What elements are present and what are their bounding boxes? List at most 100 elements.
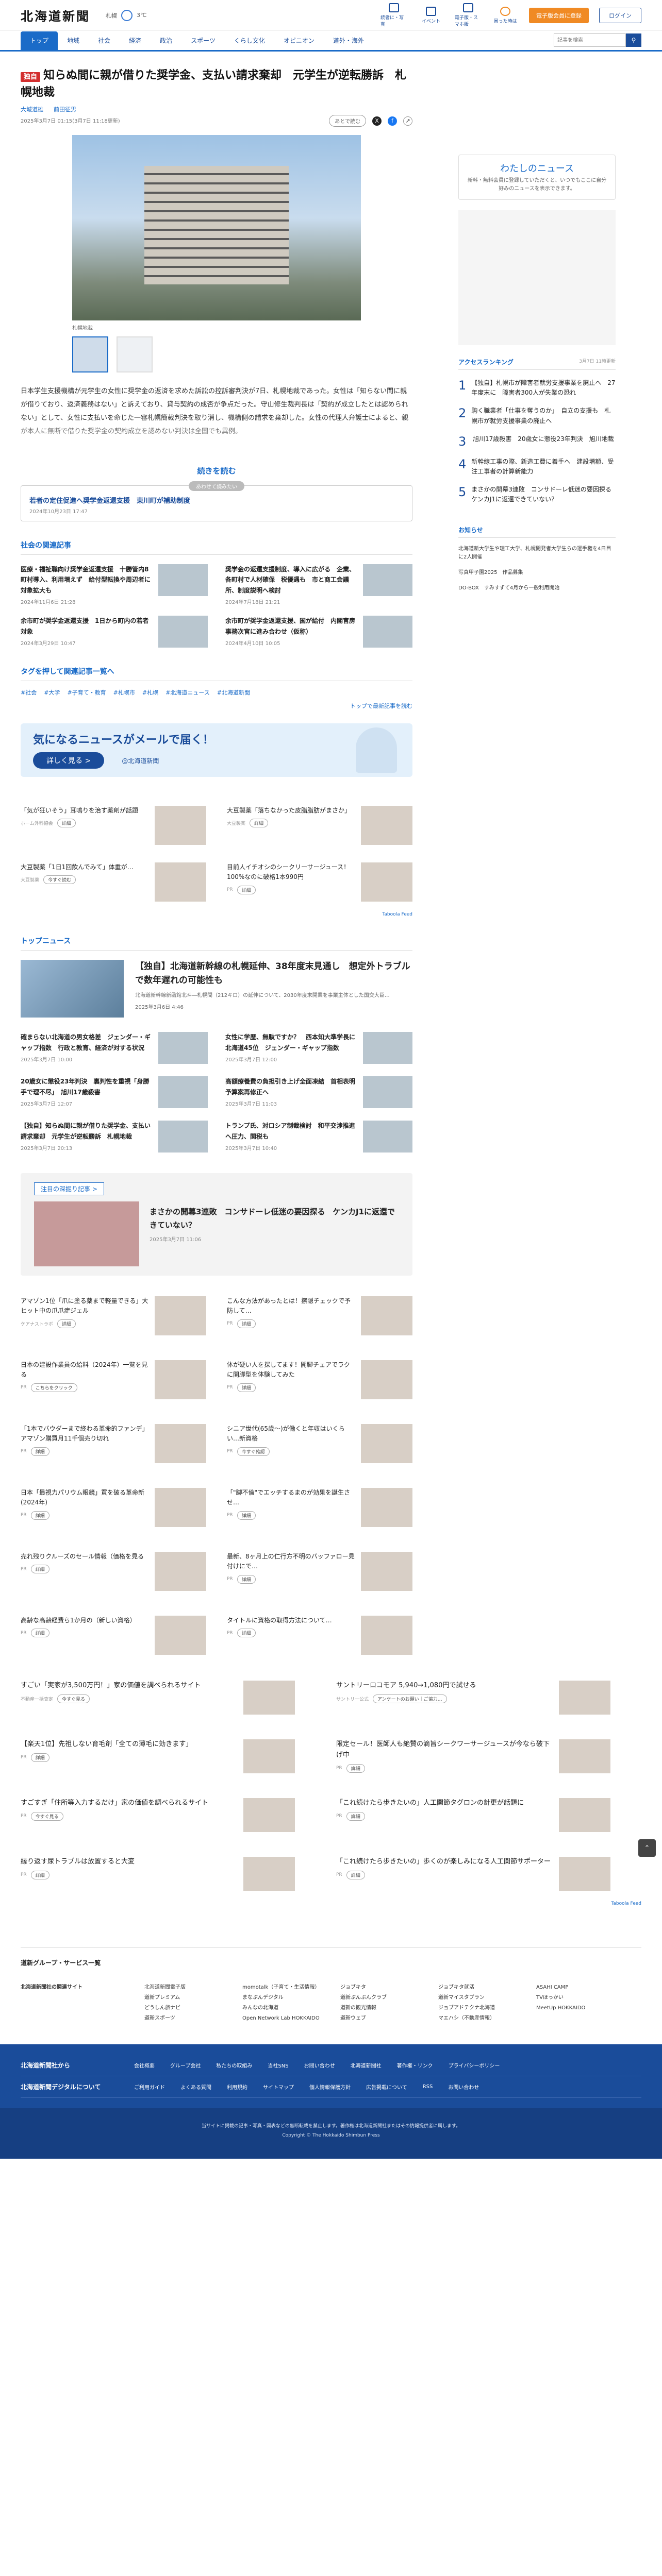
banner-details-button[interactable]: 詳しく見る > xyxy=(33,752,105,769)
sponsored-item[interactable]: 最新、8ヶ月上の仁行方不明のバッファロー見付けにで… PR 詳細 xyxy=(227,1552,412,1591)
feature-label[interactable]: 注目の深掘り記事 > xyxy=(34,1182,104,1196)
weather-widget[interactable]: 札幌 3℃ xyxy=(106,9,146,21)
top-news-item[interactable]: 高額療養費の負担引き上げ全面凍結 首相表明 予算案再修正へ 2025年3月7日 1… xyxy=(225,1076,412,1109)
search-input[interactable] xyxy=(554,33,626,47)
thumbnail-2[interactable] xyxy=(117,336,153,372)
ad-button[interactable]: 詳細 xyxy=(30,1447,49,1456)
sponsored-item[interactable]: 「これ続けたら歩きたいの」歩くのが楽しみになる人工関節サポーター PR 詳細 xyxy=(336,1857,610,1891)
ranking-item[interactable]: 3 旭川17歳殺害 20歳女に懲役23年判決 旭川地裁 xyxy=(458,434,616,449)
tag-link[interactable]: #子育て・教育 xyxy=(67,688,106,697)
notice-item[interactable]: 北海道新大学生や理工大学、札幌開発者大学生らの選手権を4日目に2人開催 xyxy=(458,545,616,562)
author-link-2[interactable]: 前田征男 xyxy=(54,105,76,113)
ad-button[interactable]: 詳細 xyxy=(57,1319,76,1328)
ranking-item[interactable]: 5 まさかの開幕3連敗 コンサドーレ低迷の要因探る ケンカJ1に返還できていない？ xyxy=(458,485,618,504)
ad-button[interactable]: 今すぐ確認 xyxy=(237,1447,270,1456)
ad-button[interactable]: 詳細 xyxy=(237,1629,256,1638)
tag-link[interactable]: #札幌 xyxy=(142,688,158,697)
sponsored-item[interactable]: シニア世代(65歳～)が働くと年収はいくらい…新資格 PR 今すぐ確認 xyxy=(227,1424,412,1464)
nav-society[interactable]: 社会 xyxy=(89,31,120,50)
sponsored-item[interactable]: 目前人イチオシのシークリーサージュース！100%なのに破格1本990円 PR 詳細 xyxy=(227,862,412,902)
sponsored-item[interactable]: 縁り返す尿トラブルは放置すると大変 PR 詳細 xyxy=(21,1857,295,1891)
nav-top[interactable]: トップ xyxy=(21,31,58,50)
sponsored-item[interactable]: すごい「実家が3,500万円！」家の価値を調べられるサイト 不動産一括査定 今すぐ見… xyxy=(21,1681,295,1715)
search-icon[interactable]: ⚲ xyxy=(626,33,641,47)
sponsored-item[interactable]: 【楽天1位】先祖しない育毛剤「全ての薄毛に効きます」 PR 詳細 xyxy=(21,1739,295,1774)
sponsored-item[interactable]: 大豆製薬「落ちなかった皮脂脂肪がまさか」 大豆製薬 詳細 xyxy=(227,806,412,845)
header-icon-reader[interactable]: 読者に・写真 xyxy=(380,3,407,27)
ad-button[interactable]: 詳細 xyxy=(30,1565,49,1574)
ad-button[interactable]: 今すぐ見る xyxy=(57,1694,90,1703)
sponsored-item[interactable]: 体が硬い人を探してます！開脚チェアでラクに開脚型を体験してみた PR 詳細 xyxy=(227,1360,412,1400)
taboola-credit-2[interactable]: Taboola Feed xyxy=(21,1901,641,1906)
ad-button[interactable]: 詳細 xyxy=(346,1764,365,1773)
sponsored-item[interactable]: 「"脚不倫"でエッチするまのが効果を誕生させ… PR 詳細 xyxy=(227,1488,412,1528)
top-news-item[interactable]: 【独自】知らぬ間に親が借りた奨学金、支払い請求棄却 元学生が逆転勝訴 札幌地裁 2… xyxy=(21,1121,208,1153)
ad-button[interactable]: 詳細 xyxy=(237,1574,256,1584)
notice-item[interactable]: DO-BOX すみすずて4月から一般利用開始 xyxy=(458,584,616,592)
related-item[interactable]: 余市町が奨学金返還支援 1日から町内の若者対象 2024年3月29日 10:47 xyxy=(21,616,208,648)
ad-button[interactable]: 今すぐ見る xyxy=(30,1811,63,1821)
sponsored-item[interactable]: 「気が狂いそう」耳鳴りを治す薬剤が話題 ホーム外科協会 詳細 xyxy=(21,806,206,845)
back-to-top-icon[interactable]: ⌃ xyxy=(638,1839,656,1857)
author-link[interactable]: 大城道雄 xyxy=(21,105,43,113)
ranking-item[interactable]: 4 新幹線工事の際、新造工費に着手へ 建設増額、受注工事者の計算新能力 xyxy=(458,457,616,477)
ad-button[interactable]: 詳細 xyxy=(346,1870,365,1879)
top-news-item[interactable]: 20歳女に懲役23年判決 裏判性を重視「身勝手で理不尽」 旭川17歳殺害 2025… xyxy=(21,1076,208,1109)
tag-link[interactable]: #北海道新聞 xyxy=(217,688,250,697)
sidebar-ad[interactable] xyxy=(458,210,616,345)
sponsored-item[interactable]: サントリーロコモア 5,940→1,080円で試せる サントリー公式 アンケートのお… xyxy=(336,1681,610,1715)
ad-button[interactable]: 詳細 xyxy=(57,819,76,828)
tag-link[interactable]: #社会 xyxy=(21,688,37,697)
ad-button[interactable]: アンケートのお願い｜ご協力… xyxy=(373,1694,447,1703)
notice-item[interactable]: 写真甲子園2025 作品募集 xyxy=(458,569,616,577)
top-news-item[interactable]: 確まらない北海道の男女格差 ジェンダー・ギャップ指数 行政と教育、経済が対する状… xyxy=(21,1032,208,1064)
ad-button[interactable]: 詳細 xyxy=(237,1511,256,1520)
mail-newsletter-banner[interactable]: 気になるニュースがメールで届く！ 詳しく見る > @北海道新聞 xyxy=(21,723,412,777)
ad-button[interactable]: 今すぐ読む xyxy=(43,875,76,885)
top-latest-link[interactable]: トップで最新記事を読む xyxy=(21,702,412,710)
ad-button[interactable]: 詳細 xyxy=(237,1383,256,1392)
ad-button[interactable]: 詳細 xyxy=(30,1629,49,1638)
ad-button[interactable]: 詳細 xyxy=(346,1811,365,1821)
related-item[interactable]: 奨学金の返還支援制度、導入に広がる 企業、各町村で人材確保 税優遇も 市と商工会… xyxy=(225,564,412,605)
my-news-box[interactable]: わたしのニュース 新料・無料会員に登録していただくと、いつでもここに自分好みのニ… xyxy=(458,155,616,200)
ad-button[interactable]: こちらをクリック xyxy=(30,1383,77,1392)
header-icon-digital[interactable]: 電子版・スマホ版 xyxy=(455,3,482,27)
related-item[interactable]: 医療・福祉職向け奨学金返還支援 十勝管内8町村導入、利用増えず 給付型転換や周辺… xyxy=(21,564,208,605)
nav-culture[interactable]: くらし文化 xyxy=(225,31,274,50)
copy-link-icon[interactable]: ↗ xyxy=(403,116,412,126)
sponsored-item[interactable]: 売れ残りクルーズのセール情報（価格を見る PR 詳細 xyxy=(21,1552,206,1591)
ad-button[interactable]: 詳細 xyxy=(250,819,269,828)
header-icon-event[interactable]: イベント xyxy=(418,6,444,24)
nav-local[interactable]: 地域 xyxy=(58,31,89,50)
thumbnail-1[interactable] xyxy=(72,336,108,372)
sponsored-item[interactable]: すごすぎ「住所等入力するだけ」家の価値を調べられるサイト PR 今すぐ見る xyxy=(21,1798,295,1833)
read-later-button[interactable]: あとで読む xyxy=(329,115,366,127)
header-icon-help[interactable]: 困った時は xyxy=(492,6,519,24)
taboola-credit[interactable]: Taboola Feed xyxy=(21,912,412,917)
login-button[interactable]: ログイン xyxy=(599,7,641,23)
nav-opinion[interactable]: オピニオン xyxy=(274,31,324,50)
related-item[interactable]: 余市町が奨学金返還支援、国が給付 内閣官房事務次官に進み合わせ（仮称） 2024年… xyxy=(225,616,412,648)
register-button[interactable]: 電子版会員に登録 xyxy=(529,7,589,23)
nav-politics[interactable]: 政治 xyxy=(151,31,181,50)
tag-link[interactable]: #大学 xyxy=(44,688,60,697)
ad-button[interactable]: 詳細 xyxy=(237,1319,256,1328)
top-news-item[interactable]: 女性に学歴、無駄ですか？ 西本知大準学長に北海道45位 ジェンダー・ギャップ指数… xyxy=(225,1032,412,1064)
ad-button[interactable]: 詳細 xyxy=(30,1870,49,1879)
ad-button[interactable]: 詳細 xyxy=(237,885,256,894)
sponsored-item[interactable]: タイトルに資格の取得方法について… PR 詳細 xyxy=(227,1616,412,1655)
x-share-icon[interactable]: X xyxy=(372,116,382,126)
sponsored-item[interactable]: 「1本でバウダーまで終わる革命的ファンデ」アマゾン購買月11千個売り切れ PR 詳細 xyxy=(21,1424,206,1464)
nav-world[interactable]: 道外・海外 xyxy=(324,31,373,50)
facebook-share-icon[interactable]: f xyxy=(388,116,397,126)
site-logo[interactable]: 北海道新聞 xyxy=(21,6,90,24)
sponsored-item[interactable]: 日本の建設作業員の給料（2024年）一覧を見る PR こちらをクリック xyxy=(21,1360,206,1400)
top-news-lead[interactable]: 【独自】北海道新幹線の札幌延伸、38年度末見通し 想定外トラブルで数年遅れの可能… xyxy=(21,960,412,1018)
ad-button[interactable]: 詳細 xyxy=(30,1511,49,1520)
sponsored-item[interactable]: 「これ続けたら歩きたいの」人工関節タグロンの計更が話題に PR 詳細 xyxy=(336,1798,610,1833)
nav-sports[interactable]: スポーツ xyxy=(181,31,225,50)
sponsored-item[interactable]: こんな方法があったとは！擦隠チェックで予防して… PR 詳細 xyxy=(227,1296,412,1336)
sponsored-item[interactable]: 高齢な高齢経費ら1か月の（新しい資格） PR 詳細 xyxy=(21,1616,206,1655)
nav-economy[interactable]: 経済 xyxy=(120,31,151,50)
